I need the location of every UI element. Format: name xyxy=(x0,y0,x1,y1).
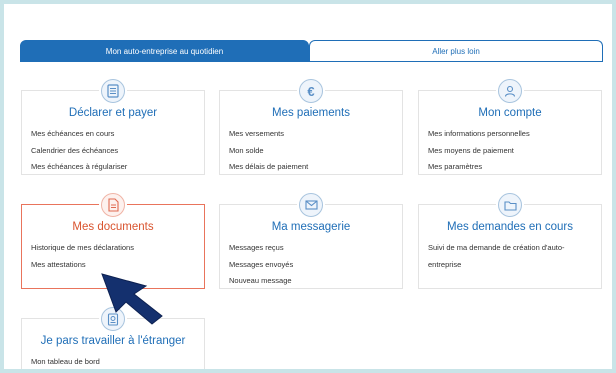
tab-bar: Mon auto-entreprise au quotidien Aller p… xyxy=(20,40,603,62)
card-title: Mon compte xyxy=(478,107,542,119)
document-icon xyxy=(101,193,125,217)
card-title: Déclarer et payer xyxy=(68,107,158,119)
card-ma-messagerie: Ma messagerie Messages reçus Messages en… xyxy=(219,191,403,290)
link-suivi-demande-creation-cont[interactable]: entreprise xyxy=(428,257,565,274)
page: Mon auto-entreprise au quotidien Aller p… xyxy=(0,0,616,373)
card-title: Mes demandes en cours xyxy=(447,221,573,233)
envelope-icon xyxy=(299,193,323,217)
link-echeances-a-regulariser[interactable]: Mes échéances à régulariser xyxy=(31,159,127,176)
link-calendrier-echeances[interactable]: Calendrier des échéances xyxy=(31,143,127,160)
card-declarer-et-payer: Déclarer et payer Mes échéances en cours… xyxy=(21,77,205,176)
user-icon xyxy=(498,79,522,103)
header-strip xyxy=(4,4,612,12)
link-delais-de-paiement[interactable]: Mes délais de paiement xyxy=(229,159,308,176)
cursor-arrow-icon xyxy=(100,272,166,331)
card-title: Mes documents xyxy=(72,221,154,233)
card-title: Ma messagerie xyxy=(271,221,351,233)
folder-icon xyxy=(498,193,522,217)
euro-icon: € xyxy=(299,79,323,103)
card-mes-paiements: € Mes paiements Mes versements Mon solde… xyxy=(219,77,403,176)
tab-aller-plus-loin[interactable]: Aller plus loin xyxy=(309,40,603,62)
card-title: Mes paiements xyxy=(272,107,350,119)
link-echeances-en-cours[interactable]: Mes échéances en cours xyxy=(31,126,127,143)
link-moyens-de-paiement[interactable]: Mes moyens de paiement xyxy=(428,143,530,160)
link-mes-attestations[interactable]: Mes attestations xyxy=(31,257,134,274)
link-historique-declarations[interactable]: Historique de mes déclarations xyxy=(31,240,134,257)
link-mes-parametres[interactable]: Mes paramètres xyxy=(428,159,530,176)
link-mon-solde[interactable]: Mon solde xyxy=(229,143,308,160)
tab-underline xyxy=(20,61,603,62)
link-mes-versements[interactable]: Mes versements xyxy=(229,126,308,143)
card-mes-demandes-en-cours: Mes demandes en cours Suivi de ma demand… xyxy=(418,191,602,289)
tab-quotidien[interactable]: Mon auto-entreprise au quotidien xyxy=(20,40,309,62)
link-informations-personnelles[interactable]: Mes informations personnelles xyxy=(428,126,530,143)
link-messages-recus[interactable]: Messages reçus xyxy=(229,240,293,257)
document-list-icon xyxy=(101,79,125,103)
link-nouveau-message[interactable]: Nouveau message xyxy=(229,273,293,290)
link-tableau-de-bord[interactable]: Mon tableau de bord xyxy=(31,354,100,369)
card-title: Je pars travailler à l'étranger xyxy=(40,335,186,347)
link-messages-envoyes[interactable]: Messages envoyés xyxy=(229,257,293,274)
card-mon-compte: Mon compte Mes informations personnelles… xyxy=(418,77,602,176)
link-suivi-demande-creation[interactable]: Suivi de ma demande de création d'auto- xyxy=(428,240,565,257)
